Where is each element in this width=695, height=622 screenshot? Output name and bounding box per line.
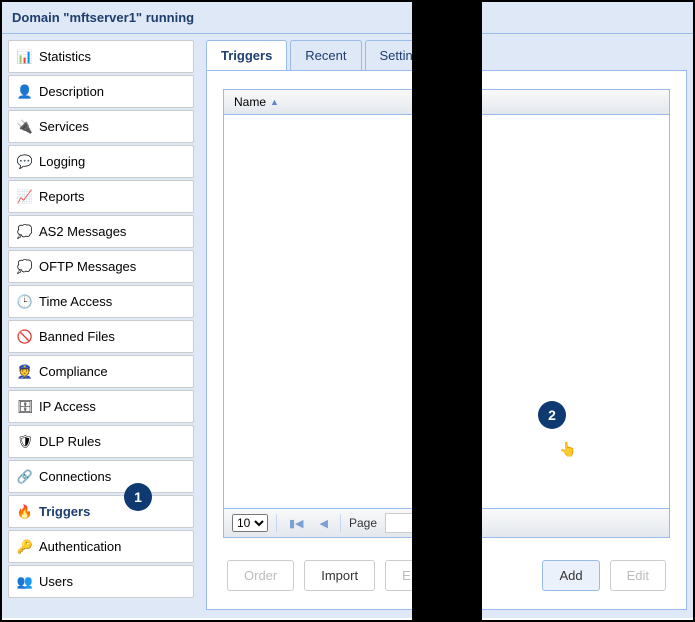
sidebar-item-authentication[interactable]: 🔑 Authentication	[8, 530, 194, 563]
callout-2: 2	[538, 401, 566, 429]
sidebar: 📊 Statistics 👤 Description 🔌 Services 💬 Logg…	[2, 34, 200, 618]
sidebar-item-label: Statistics	[39, 49, 91, 64]
order-button[interactable]: Order	[227, 560, 294, 591]
sidebar-item-label: DLP Rules	[39, 434, 101, 449]
sidebar-item-label: Time Access	[39, 294, 112, 309]
database-icon: 🗄	[17, 399, 33, 415]
sidebar-item-label: Banned Files	[39, 329, 115, 344]
sidebar-item-label: Compliance	[39, 364, 108, 379]
callout-1: 1	[124, 483, 152, 511]
sidebar-item-label: OFTP Messages	[39, 259, 136, 274]
import-button[interactable]: Import	[304, 560, 375, 591]
sidebar-item-reports[interactable]: 📈 Reports	[8, 180, 194, 213]
fire-icon: 🔥	[17, 504, 33, 520]
sidebar-item-oftp[interactable]: 💭 OFTP Messages	[8, 250, 194, 283]
sidebar-item-label: Users	[39, 574, 73, 589]
sidebar-item-label: Connections	[39, 469, 111, 484]
sidebar-item-ip-access[interactable]: 🗄 IP Access	[8, 390, 194, 423]
sidebar-item-statistics[interactable]: 📊 Statistics	[8, 40, 194, 73]
sidebar-item-label: Logging	[39, 154, 85, 169]
sidebar-item-users[interactable]: 👥 Users	[8, 565, 194, 598]
ban-icon: 🚫	[17, 329, 33, 345]
separator	[340, 514, 341, 532]
sidebar-item-description[interactable]: 👤 Description	[8, 75, 194, 108]
page-size-select[interactable]: 10	[232, 514, 268, 532]
plug-icon: 🔌	[17, 119, 33, 135]
sidebar-item-label: Reports	[39, 189, 85, 204]
sort-asc-icon: ▲	[270, 97, 279, 107]
link-icon: 🔗	[17, 469, 33, 485]
shield-icon: 🛡	[17, 434, 33, 450]
clock-icon: 🕒	[17, 294, 33, 310]
sidebar-item-dlp-rules[interactable]: 🛡 DLP Rules	[8, 425, 194, 458]
sidebar-item-time-access[interactable]: 🕒 Time Access	[8, 285, 194, 318]
sidebar-item-label: IP Access	[39, 399, 96, 414]
sidebar-item-label: AS2 Messages	[39, 224, 126, 239]
sidebar-item-label: Authentication	[39, 539, 121, 554]
chat-icon: 💬	[17, 154, 33, 170]
sidebar-item-as2[interactable]: 💭 AS2 Messages	[8, 215, 194, 248]
message-icon: 💭	[17, 224, 33, 240]
torn-edge-overlay	[412, 2, 482, 622]
sidebar-item-triggers[interactable]: 🔥 Triggers	[8, 495, 194, 528]
sidebar-item-logging[interactable]: 💬 Logging	[8, 145, 194, 178]
prev-page-icon[interactable]: ◀	[316, 517, 332, 530]
window-title: Domain "mftserver1" running	[2, 2, 693, 34]
sidebar-item-label: Description	[39, 84, 104, 99]
add-button[interactable]: Add	[542, 560, 599, 591]
key-icon: 🔑	[17, 539, 33, 555]
page-label: Page	[349, 516, 377, 530]
police-icon: 👮	[17, 364, 33, 380]
column-label: Name	[234, 95, 266, 109]
sidebar-item-connections[interactable]: 🔗 Connections	[8, 460, 194, 493]
sidebar-item-label: Services	[39, 119, 89, 134]
chart-icon: 📊	[17, 49, 33, 65]
bar-chart-icon: 📈	[17, 189, 33, 205]
tab-triggers[interactable]: Triggers	[206, 40, 287, 70]
sidebar-item-services[interactable]: 🔌 Services	[8, 110, 194, 143]
separator	[276, 514, 277, 532]
first-page-icon[interactable]: ▮◀	[285, 517, 308, 530]
sidebar-item-banned-files[interactable]: 🚫 Banned Files	[8, 320, 194, 353]
tab-recent[interactable]: Recent	[290, 40, 361, 70]
edit-button[interactable]: Edit	[610, 560, 666, 591]
user-icon: 👤	[17, 84, 33, 100]
users-icon: 👥	[17, 574, 33, 590]
sidebar-item-label: Triggers	[39, 504, 90, 519]
sidebar-item-compliance[interactable]: 👮 Compliance	[8, 355, 194, 388]
message-icon: 💭	[17, 259, 33, 275]
